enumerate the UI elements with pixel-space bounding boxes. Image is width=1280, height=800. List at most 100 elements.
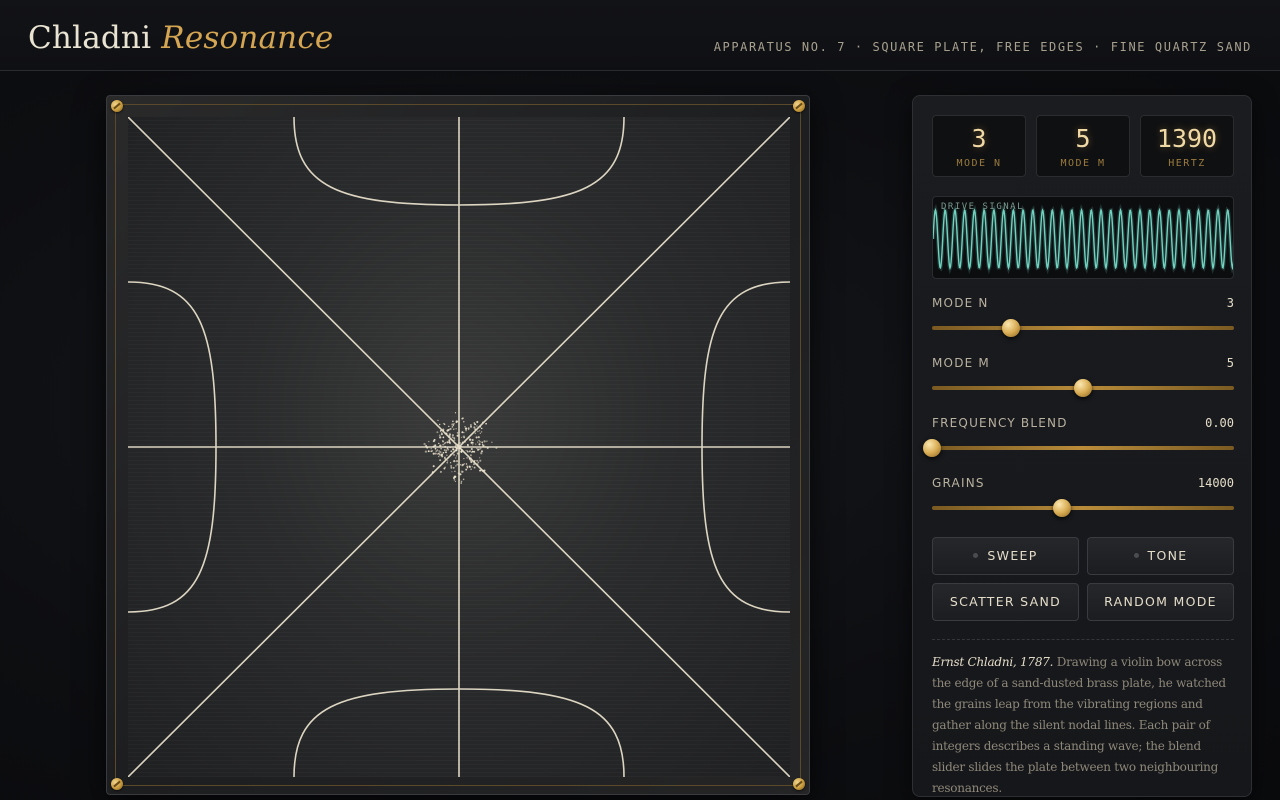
sand-grain xyxy=(439,444,442,447)
sand-grain xyxy=(455,420,458,423)
sand-grain xyxy=(461,464,463,467)
slider-mode-n: MODE N 3 xyxy=(932,296,1234,337)
slider-thumb[interactable] xyxy=(1001,319,1020,337)
sand-grain xyxy=(425,445,428,447)
sand-grain xyxy=(445,432,448,435)
sand-grain xyxy=(480,452,483,455)
sand-grain xyxy=(479,426,482,428)
nodal-pattern xyxy=(128,117,790,777)
sand-grain xyxy=(446,460,449,462)
sand-grain xyxy=(475,436,478,439)
sand-grain xyxy=(443,442,446,445)
sand-grain xyxy=(461,417,464,420)
sand-grain xyxy=(436,431,439,434)
sand-grain xyxy=(447,436,450,438)
sand-grain xyxy=(495,446,498,449)
sand-grain xyxy=(471,438,474,442)
slider-grains: GRAINS 14000 xyxy=(932,476,1234,517)
sand-grain xyxy=(477,441,479,443)
app-header: Chladni Resonance APPARATUS NO. 7 · SQUA… xyxy=(0,0,1280,71)
sand-grain xyxy=(459,473,462,476)
sand-grain xyxy=(438,423,441,426)
sand-grain xyxy=(468,438,472,441)
sand-grain xyxy=(460,449,463,452)
sand-grain xyxy=(434,452,437,455)
slider-thumb[interactable] xyxy=(1074,379,1092,397)
sand-grain xyxy=(453,479,456,481)
scatter-sand-button[interactable]: SCATTER SAND xyxy=(932,583,1079,621)
slider-thumb[interactable] xyxy=(923,439,941,457)
sand-grain xyxy=(469,425,473,428)
sand-grain xyxy=(443,449,446,452)
sand-grain xyxy=(446,447,449,449)
sand-grain xyxy=(466,465,469,468)
led-indicator-icon xyxy=(973,553,979,558)
sand-grain xyxy=(460,482,462,484)
sand-grain xyxy=(438,434,441,437)
sand-grain xyxy=(432,440,435,442)
sand-grain xyxy=(470,460,473,463)
readout-value: 1390 xyxy=(1156,124,1218,153)
sand-grain xyxy=(468,457,471,460)
sand-grain xyxy=(448,440,451,444)
sand-grain xyxy=(446,454,448,457)
sand-grain xyxy=(442,444,444,446)
slider-track[interactable] xyxy=(932,319,1234,337)
sand-grain xyxy=(483,440,486,443)
sand-grain xyxy=(448,425,450,428)
tone-button[interactable]: TONE xyxy=(1087,537,1234,575)
screw-icon xyxy=(793,100,805,112)
sand-grain xyxy=(458,472,460,475)
sand-grain xyxy=(469,454,472,457)
sand-grain xyxy=(443,467,446,470)
sand-grain xyxy=(446,441,449,444)
sand-grain xyxy=(460,436,463,439)
sand-grain xyxy=(470,441,474,444)
sand-grain xyxy=(466,457,468,459)
sweep-button[interactable]: SWEEP xyxy=(932,537,1079,575)
sand-grain xyxy=(468,465,471,468)
sand-grain xyxy=(451,423,454,426)
sand-grain xyxy=(447,448,450,451)
readouts: 3 MODE N 5 MODE M 1390 HERTZ xyxy=(932,115,1234,177)
sand-grain xyxy=(473,466,476,469)
sand-grain xyxy=(478,457,481,459)
slider-mode-m: MODE M 5 xyxy=(932,356,1234,397)
screw-icon xyxy=(111,778,123,790)
slider-value: 14000 xyxy=(1197,476,1234,490)
readout-value: 5 xyxy=(1075,124,1091,153)
slider-label: MODE M xyxy=(932,356,990,370)
sand-grain xyxy=(445,449,448,452)
sand-grain xyxy=(471,450,474,453)
sand-grain xyxy=(485,422,487,425)
sand-grain xyxy=(484,446,487,448)
sand-grain xyxy=(449,462,452,464)
note-text: Drawing a violin bow across the edge of … xyxy=(932,655,1226,795)
sand-grain xyxy=(460,446,463,448)
sand-grain xyxy=(470,468,472,471)
sand-grain xyxy=(466,444,469,446)
sand-grain xyxy=(459,463,462,466)
sand-grain xyxy=(453,459,456,463)
sand-grain xyxy=(457,443,459,445)
sand-grain xyxy=(461,441,464,443)
sand-grain xyxy=(432,465,435,468)
sand-grain xyxy=(444,456,446,459)
sand-grain xyxy=(461,431,464,434)
sand-grain xyxy=(449,446,452,449)
slider-thumb[interactable] xyxy=(1052,499,1071,517)
slider-track[interactable] xyxy=(923,439,1234,457)
sand-grain xyxy=(441,432,443,434)
sand-grain xyxy=(431,471,434,474)
sand-grain xyxy=(438,450,440,452)
sand-grain xyxy=(449,453,452,456)
slider-track[interactable] xyxy=(932,379,1234,397)
sand-grain xyxy=(476,420,479,424)
slider-value: 3 xyxy=(1226,296,1234,310)
sand-grain xyxy=(463,421,465,423)
chladni-plate[interactable] xyxy=(128,117,790,777)
sand-grain xyxy=(486,446,489,449)
random-mode-button[interactable]: RANDOM MODE xyxy=(1087,583,1234,621)
slider-track[interactable] xyxy=(932,499,1234,517)
sand-grain xyxy=(463,431,465,434)
